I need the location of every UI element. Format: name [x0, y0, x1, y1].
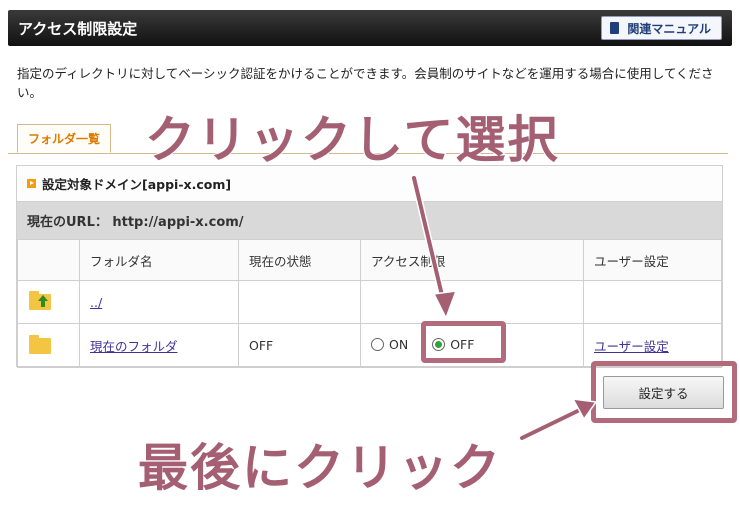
arrow-to-submit-button — [520, 403, 592, 440]
table-row: ../ — [17, 280, 722, 324]
col-header-access: アクセス制限 — [360, 239, 584, 281]
col-header-status: 現在の状態 — [238, 239, 361, 281]
col-header-user: ユーザー設定 — [583, 239, 722, 281]
intro-text: 指定のディレクトリに対してベーシック認証をかけることができます。会員制のサイトな… — [17, 66, 714, 100]
url-label: 現在のURL： http://appi-x.com/ — [27, 215, 244, 230]
col-header-folder-name: フォルダ名 — [79, 239, 239, 281]
tab-folder-list[interactable]: フォルダ一覧 — [17, 124, 111, 153]
user-settings-link[interactable]: ユーザー設定 — [594, 339, 669, 354]
folder-up-icon — [29, 291, 51, 310]
url-row: 現在のURL： http://appi-x.com/ — [17, 202, 722, 240]
folder-panel: 設定対象ドメイン[appi-x.com] 現在のURL： http://appi… — [16, 165, 723, 368]
highlight-off-radio — [421, 321, 506, 363]
annotation-click-last: 最後にクリック — [137, 438, 502, 498]
domain-label: 設定対象ドメイン[appi-x.com] — [42, 177, 232, 192]
manual-button[interactable]: 関連マニュアル — [601, 16, 722, 40]
current-folder-link[interactable]: 現在のフォルダ — [90, 339, 178, 354]
radio-on-label: ON — [389, 337, 409, 352]
access-on-option[interactable]: ON — [371, 337, 408, 352]
book-icon — [610, 22, 620, 34]
bullet-arrow-icon — [27, 179, 36, 188]
radio-on[interactable] — [371, 338, 384, 351]
row-status: OFF — [238, 323, 361, 368]
col-header-icon — [17, 239, 80, 281]
parent-folder-link[interactable]: ../ — [90, 295, 102, 310]
highlight-submit-button — [591, 361, 737, 423]
folder-icon — [29, 334, 51, 354]
folder-table: フォルダ名 現在の状態 アクセス制限 ユーザー設定 ../ 現在のフォルダ OF… — [17, 239, 722, 368]
row-status — [238, 280, 361, 324]
manual-label: 関連マニュアル — [627, 21, 711, 36]
page-title: アクセス制限設定 — [18, 20, 138, 38]
annotation-click-select: クリックして選択 — [144, 110, 560, 170]
page-header: アクセス制限設定 関連マニュアル — [8, 10, 732, 46]
